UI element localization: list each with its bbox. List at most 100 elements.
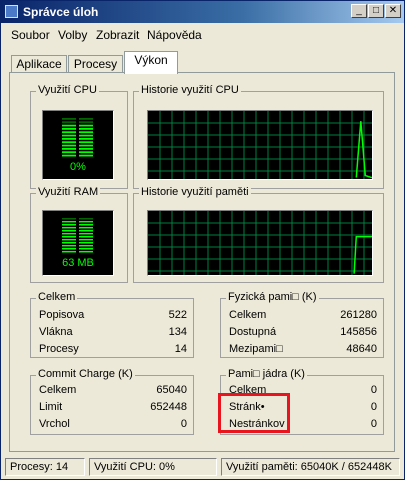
status-cpu: Využití CPU: 0% bbox=[89, 458, 217, 476]
ram-history-graph bbox=[147, 210, 373, 276]
commit-value: 652448 bbox=[150, 401, 187, 413]
meter-segment bbox=[79, 131, 93, 134]
meter-segment bbox=[62, 141, 76, 144]
commit-row: Limit 652448 bbox=[39, 401, 187, 417]
meter-segment bbox=[62, 242, 76, 244]
physical-value: 261280 bbox=[340, 309, 377, 321]
meter-segment bbox=[62, 248, 76, 250]
meter-segment bbox=[62, 227, 76, 229]
history-line bbox=[353, 235, 372, 274]
cpu-meter: 0% bbox=[42, 110, 114, 180]
meter-segment bbox=[79, 248, 93, 250]
menu-bar: Soubor Volby Zobrazit Nápověda bbox=[1, 25, 404, 45]
meter-segment bbox=[62, 128, 76, 130]
meter-segment bbox=[62, 218, 76, 220]
meter-segment bbox=[79, 251, 93, 253]
commit-value: 0 bbox=[180, 418, 187, 430]
task-manager-window: Správce úloh _ □ ✕ Soubor Volby Zobrazit… bbox=[0, 0, 405, 480]
meter-segment bbox=[62, 154, 76, 157]
cpu-usage-label: Využití CPU bbox=[36, 84, 99, 96]
ram-history-plot bbox=[148, 211, 372, 275]
meter-segment bbox=[79, 144, 93, 147]
ram-history-label: Historie využití paměti bbox=[139, 186, 251, 198]
cpu-history-group: Historie využití CPU bbox=[133, 84, 384, 189]
kernel-value: 0 bbox=[370, 401, 377, 413]
physical-key: Celkem bbox=[229, 309, 267, 321]
meter-segment bbox=[79, 230, 93, 232]
menu-soubor[interactable]: Soubor bbox=[11, 28, 50, 42]
commit-key: Vrchol bbox=[39, 418, 70, 430]
ram-usage-label: Využití RAM bbox=[36, 186, 101, 198]
totals-row: Procesy 14 bbox=[39, 343, 187, 359]
kernel-value: 0 bbox=[370, 418, 377, 430]
commit-key: Celkem bbox=[39, 384, 77, 396]
meter-segment bbox=[79, 141, 93, 144]
totals-row: Popisova 522 bbox=[39, 309, 187, 325]
meter-segment bbox=[79, 236, 93, 238]
menu-zobrazit[interactable]: Zobrazit bbox=[96, 28, 139, 42]
meter-segment bbox=[79, 148, 93, 150]
commit-row: Vrchol 0 bbox=[39, 418, 187, 434]
kernel-memory-label: Pami□ jádra (K) bbox=[226, 368, 307, 380]
totals-key: Vlákna bbox=[39, 326, 73, 338]
meter-segment bbox=[79, 239, 93, 241]
physical-value: 48640 bbox=[346, 343, 377, 355]
maximize-button[interactable]: □ bbox=[368, 4, 384, 18]
highlight-annotation bbox=[218, 393, 290, 433]
status-memory: Využití paměti: 65040K / 652448K bbox=[221, 458, 400, 476]
meter-segment bbox=[79, 134, 93, 137]
tab-procesy[interactable]: Procesy bbox=[68, 55, 123, 73]
meter-segment bbox=[62, 134, 76, 137]
physical-key: Dostupná bbox=[229, 326, 277, 338]
tab-aplikace[interactable]: Aplikace bbox=[11, 55, 67, 73]
meter-segment bbox=[62, 239, 76, 241]
meter-segment bbox=[62, 230, 76, 232]
physical-value: 145856 bbox=[340, 326, 377, 338]
status-processes: Procesy: 14 bbox=[5, 458, 85, 476]
close-button[interactable]: ✕ bbox=[385, 4, 401, 18]
totals-value: 134 bbox=[168, 326, 187, 338]
meter-segment bbox=[79, 227, 93, 229]
physical-memory-label: Fyzická pami□ (K) bbox=[226, 291, 319, 303]
cpu-history-plot bbox=[148, 111, 372, 179]
ram-history-group: Historie využití paměti bbox=[133, 186, 384, 283]
meter-segment bbox=[79, 224, 93, 226]
meter-segment bbox=[62, 251, 76, 253]
window-title: Správce úloh bbox=[23, 5, 99, 19]
physical-key: Mezipami□ bbox=[229, 343, 283, 355]
meter-segment bbox=[79, 138, 93, 140]
totals-key: Popisova bbox=[39, 309, 85, 321]
meter-segment bbox=[79, 151, 93, 154]
menu-napoveda[interactable]: Nápověda bbox=[147, 28, 202, 42]
menu-volby[interactable]: Volby bbox=[58, 28, 87, 42]
tab-vykon[interactable]: Výkon bbox=[124, 51, 178, 74]
meter-segment bbox=[62, 138, 76, 140]
app-icon bbox=[5, 5, 18, 18]
physical-row: Dostupná 145856 bbox=[229, 326, 377, 342]
minimize-button[interactable]: _ bbox=[351, 4, 367, 18]
performance-panel: Využití CPU 0% Historie využití CPU Využ… bbox=[9, 72, 395, 452]
physical-memory-group: Fyzická pami□ (K) Celkem 261280 Dostupná… bbox=[220, 291, 384, 359]
meter-segment bbox=[62, 236, 76, 238]
cpu-history-label: Historie využití CPU bbox=[139, 84, 241, 96]
physical-row: Mezipami□ 48640 bbox=[229, 343, 377, 359]
meter-segment bbox=[62, 144, 76, 147]
meter-segment bbox=[62, 233, 76, 235]
commit-charge-label: Commit Charge (K) bbox=[36, 368, 135, 380]
meter-segment bbox=[79, 221, 93, 223]
meter-segment bbox=[62, 221, 76, 223]
meter-segment bbox=[62, 121, 76, 124]
meter-segment bbox=[79, 245, 93, 247]
totals-value: 522 bbox=[168, 309, 187, 321]
totals-label: Celkem bbox=[36, 291, 78, 303]
commit-row: Celkem 65040 bbox=[39, 384, 187, 400]
commit-key: Limit bbox=[39, 401, 63, 413]
title-bar[interactable]: Správce úloh _ □ ✕ bbox=[1, 1, 404, 23]
ram-usage-value: 63 MB bbox=[62, 257, 94, 269]
status-bar: Procesy: 14 Využití CPU: 0% Využití pamě… bbox=[3, 458, 402, 478]
physical-row: Celkem 261280 bbox=[229, 309, 377, 325]
totals-value: 14 bbox=[174, 343, 187, 355]
meter-segment bbox=[62, 224, 76, 226]
meter-segment bbox=[62, 245, 76, 247]
meter-segment bbox=[79, 121, 93, 124]
